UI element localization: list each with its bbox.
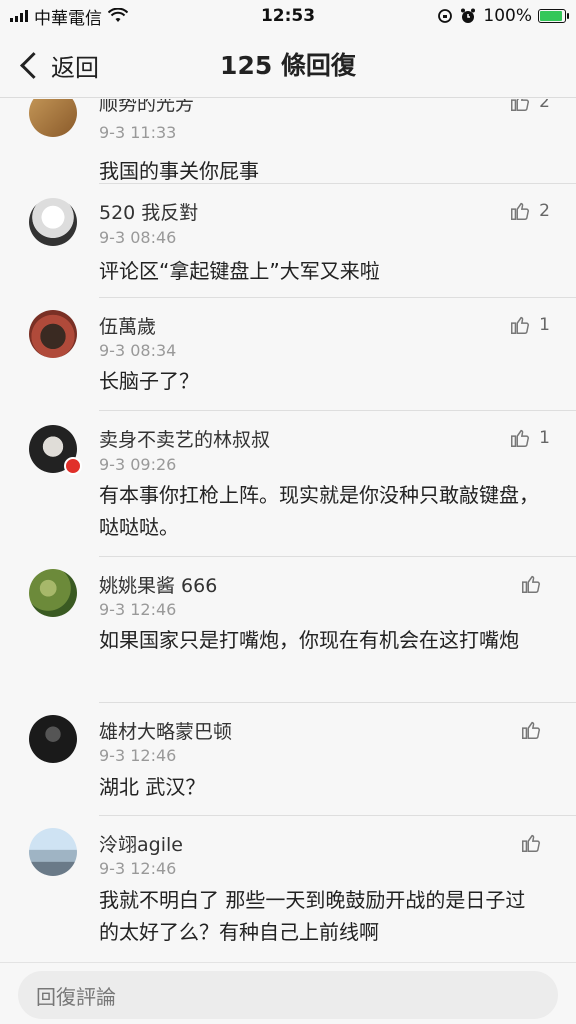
comment-item: 泠翊agile 9-3 12:46 我就不明白了 那些一天到晚鼓励开战的是日子过… (0, 816, 576, 962)
comment-text: 有本事你扛枪上阵。现实就是你没种只敢敲键盘，哒哒哒。 (99, 483, 539, 539)
comment-item: 伍萬歲 1 9-3 08:34 长脑子了？ (0, 298, 576, 411)
like-button[interactable]: 1 (509, 427, 550, 449)
badge-icon (64, 457, 82, 475)
thumbs-up-icon (511, 202, 530, 220)
like-button[interactable]: 2 (509, 99, 550, 113)
thumbs-up-icon (511, 99, 530, 111)
comment-item: 顺势的光芳 2 9-3 11:33 我国的事关你屁事 (0, 99, 576, 183)
battery-icon (538, 9, 569, 23)
comment-text: 评论区“拿起键盘上”大军又来啦 (99, 259, 380, 283)
thumbs-up-icon (511, 316, 530, 334)
signal-icon (10, 10, 28, 22)
avatar[interactable] (29, 715, 77, 763)
avatar[interactable] (29, 99, 77, 137)
comment-item: 雄材大略蒙巴顿 9-3 12:46 湖北 武汉？ (0, 703, 576, 815)
like-button[interactable]: 1 (509, 314, 550, 336)
reply-placeholder: 回復評論 (36, 984, 116, 1009)
like-button[interactable]: 2 (509, 200, 550, 222)
comment-time: 9-3 12:46 (99, 746, 177, 765)
status-bar: 中華電信 12:53 100% (0, 0, 576, 32)
like-button[interactable] (520, 832, 550, 854)
comment-time: 9-3 09:26 (99, 455, 177, 474)
comment-author[interactable]: 雄材大略蒙巴顿 (99, 717, 232, 744)
battery-level (540, 11, 562, 21)
comment-item: 卖身不卖艺的林叔叔 1 9-3 09:26 有本事你扛枪上阵。现实就是你没种只敢… (0, 411, 576, 557)
battery-percent: 100% (483, 6, 532, 26)
reply-bar: 回復評論 (0, 962, 576, 1024)
thumbs-up-icon (511, 429, 530, 447)
wifi-icon (108, 8, 128, 22)
thumbs-up-icon (522, 721, 540, 739)
like-count: 2 (539, 99, 550, 112)
avatar[interactable] (29, 198, 77, 246)
comment-text: 如果国家只是打嘴炮，你现在有机会在这打嘴炮 (99, 628, 519, 652)
comment-time: 9-3 08:34 (99, 341, 177, 360)
comment-author[interactable]: 卖身不卖艺的林叔叔 (99, 425, 270, 452)
comment-author[interactable]: 姚姚果酱 666 (99, 571, 217, 598)
like-button[interactable] (520, 573, 550, 595)
comment-author[interactable]: 520 我反對 (99, 198, 198, 225)
carrier-name: 中華電信 (34, 8, 102, 29)
comment-item: 520 我反對 2 9-3 08:46 评论区“拿起键盘上”大军又来啦 (0, 184, 576, 297)
comment-text: 湖北 武汉？ (99, 775, 206, 799)
alarm-icon (461, 8, 476, 23)
like-count: 2 (539, 201, 550, 221)
thumbs-up-icon (522, 575, 540, 593)
comment-text: 我就不明白了 那些一天到晚鼓励开战的是日子过的太好了么？有种自己上前线啊 (99, 888, 526, 944)
comment-author[interactable]: 泠翊agile (99, 830, 183, 857)
comment-author[interactable]: 伍萬歲 (99, 312, 156, 339)
like-count: 1 (539, 315, 550, 335)
page-title: 125 條回復 (220, 51, 356, 80)
comment-time: 9-3 12:46 (99, 859, 177, 878)
avatar[interactable] (29, 828, 77, 876)
comment-time: 9-3 12:46 (99, 600, 177, 619)
reply-input[interactable]: 回復評論 (18, 971, 558, 1019)
thumbs-up-icon (522, 834, 540, 852)
like-count: 1 (539, 428, 550, 448)
comment-author[interactable]: 顺势的光芳 (99, 99, 194, 116)
navigation-bar: 返回 125 條回復 (0, 32, 576, 98)
avatar[interactable] (29, 569, 77, 617)
comment-time: 9-3 11:33 (99, 123, 177, 142)
comment-time: 9-3 08:46 (99, 228, 177, 247)
status-left: 中華電信 (10, 4, 128, 29)
avatar[interactable] (29, 310, 77, 358)
like-button[interactable] (520, 719, 550, 741)
comment-item: 姚姚果酱 666 9-3 12:46 如果国家只是打嘴炮，你现在有机会在这打嘴炮 (0, 557, 576, 715)
comment-list[interactable]: 顺势的光芳 2 9-3 11:33 我国的事关你屁事 520 我反對 2 9-3… (0, 99, 576, 962)
rotation-lock-icon (438, 9, 453, 23)
status-right: 100% (437, 6, 569, 26)
comment-text: 长脑子了？ (99, 369, 199, 393)
